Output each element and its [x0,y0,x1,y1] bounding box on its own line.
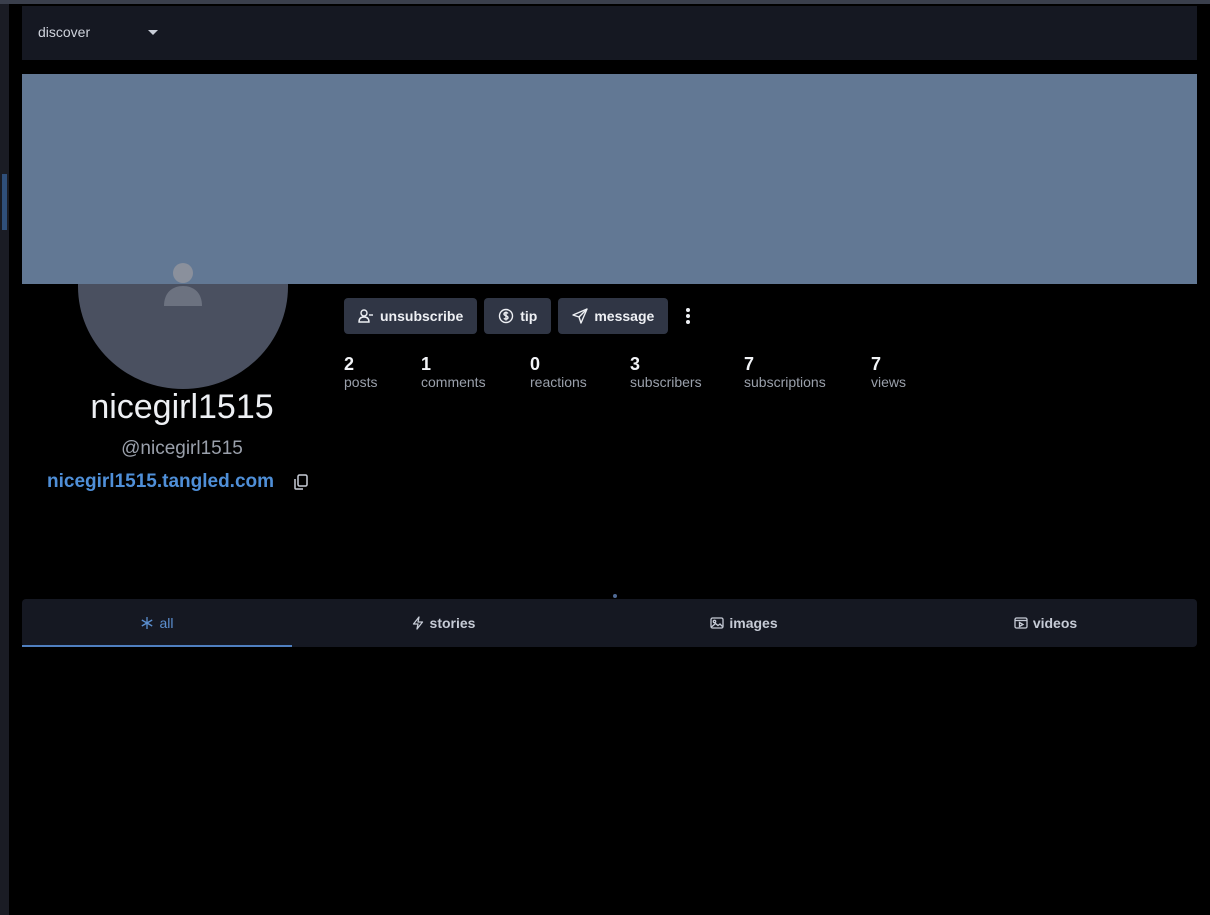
image-icon [710,617,725,629]
caret-down-icon [148,30,158,35]
stat-subscribers[interactable]: 3 subscribers [630,354,702,390]
unsubscribe-label: unsubscribe [380,308,464,324]
stat-value: 3 [630,354,641,374]
user-minus-icon [358,309,373,323]
left-rail [0,4,9,915]
stat-value: 0 [530,354,541,374]
stat-subscriptions[interactable]: 7 subscriptions [744,354,826,390]
profile-actions: unsubscribe tip message [344,298,701,334]
more-options-button[interactable] [675,298,701,334]
tab-all[interactable]: all [22,599,292,647]
tab-label: all [159,615,174,631]
stat-value: 7 [871,354,882,374]
stat-label: subscribers [630,374,702,390]
video-icon [1014,617,1028,629]
tab-label: stories [429,615,476,631]
tip-label: tip [520,308,538,324]
top-bar: discover [22,6,1197,60]
dollar-circle-icon [499,308,514,324]
profile-banner [22,74,1197,284]
stat-value: 2 [344,354,355,374]
tab-label: images [729,615,778,631]
tab-images[interactable]: images [594,599,894,647]
stat-label: subscriptions [744,374,826,390]
stat-label: reactions [530,374,587,390]
tab-stories[interactable]: stories [292,599,594,647]
user-handle: @nicegirl1515 [121,438,243,459]
unsubscribe-button[interactable]: unsubscribe [344,298,478,334]
copy-icon[interactable] [292,473,310,491]
send-icon [572,308,589,324]
stat-views[interactable]: 7 views [871,354,906,390]
tab-videos[interactable]: videos [894,599,1197,647]
scroll-indicator[interactable] [2,174,7,230]
stat-label: comments [421,374,486,390]
lightning-icon [412,616,423,630]
user-placeholder-icon [164,263,202,306]
tip-button[interactable]: tip [484,298,552,334]
profile-site-link[interactable]: nicegirl1515.tangled.com [47,471,274,493]
loading-dot [613,594,617,598]
discover-label: discover [38,24,91,40]
stat-reactions[interactable]: 0 reactions [530,354,587,390]
stat-comments[interactable]: 1 comments [421,354,486,390]
content-tabs: all stories images videos [22,599,1197,647]
stat-label: posts [344,374,378,390]
message-label: message [594,308,655,324]
stat-posts[interactable]: 2 posts [344,354,377,390]
asterisk-icon [141,617,154,629]
stat-value: 7 [744,354,755,374]
stat-value: 1 [421,354,432,374]
vertical-dots-icon [686,308,691,324]
stat-label: views [871,374,907,390]
message-button[interactable]: message [558,298,669,334]
display-name: nicegirl1515 [90,388,274,426]
discover-dropdown[interactable]: discover [38,24,158,40]
window-top-border [0,0,1210,4]
tab-label: videos [1032,615,1078,631]
